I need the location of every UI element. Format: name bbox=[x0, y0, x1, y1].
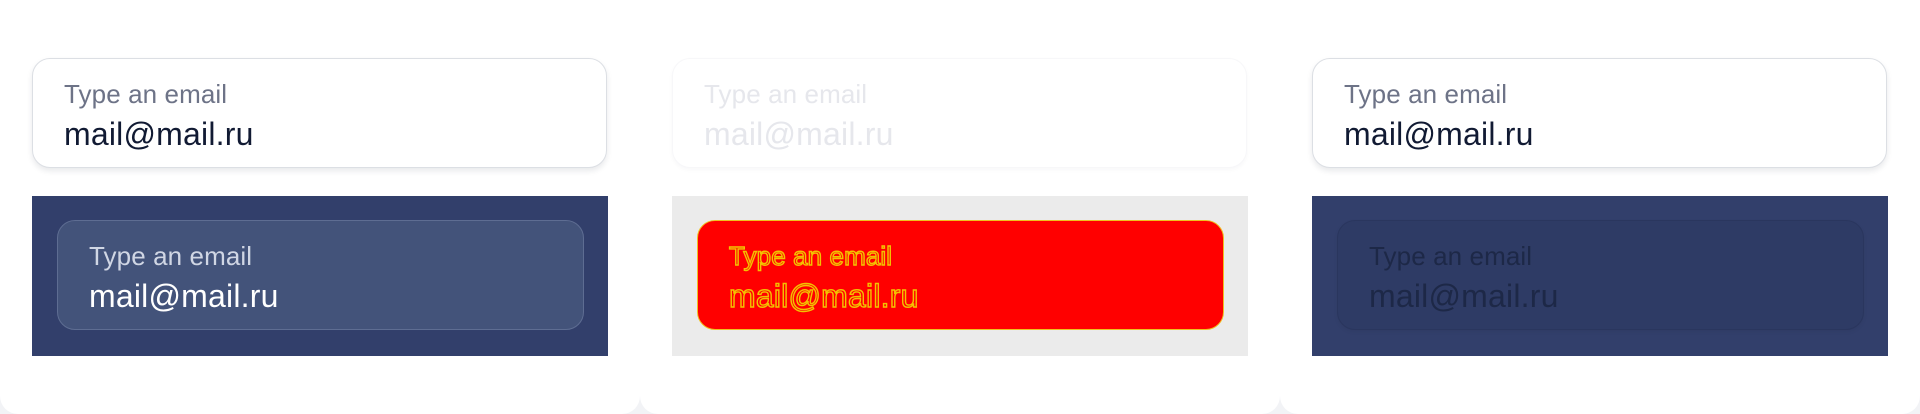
email-field-label: Type an email bbox=[1344, 79, 1508, 109]
panel-dark-disabled: Type an email Type an email mail@mail.ru bbox=[1280, 0, 1920, 414]
grey-background: Type an email mail@mail.ru bbox=[672, 196, 1248, 356]
email-field-label: Type an email bbox=[89, 241, 253, 271]
dark-background: Type an email mail@mail.ru bbox=[1312, 196, 1888, 356]
panel-disabled: Type an email mail@mail.ru Type an email… bbox=[640, 0, 1280, 414]
email-value: mail@mail.ru bbox=[728, 277, 919, 314]
email-field-label: Type an email bbox=[64, 79, 228, 109]
email-field-dark-disabled: Type an email mail@mail.ru bbox=[1337, 220, 1864, 330]
email-input[interactable] bbox=[89, 277, 552, 315]
email-value: mail@mail.ru bbox=[704, 116, 894, 152]
email-field-error-highlight[interactable]: Type an email mail@mail.ru bbox=[697, 220, 1224, 330]
email-field-label: Type an email bbox=[704, 79, 868, 109]
email-input[interactable] bbox=[64, 115, 575, 153]
email-field-label: Type an email bbox=[728, 240, 893, 271]
email-field-disabled: Type an email mail@mail.ru bbox=[672, 58, 1247, 168]
panel-default: Type an email Type an email bbox=[0, 0, 640, 414]
email-value: mail@mail.ru bbox=[1369, 278, 1559, 314]
dark-background: Type an email bbox=[32, 196, 608, 356]
email-field-dark[interactable]: Type an email bbox=[57, 220, 584, 330]
email-field[interactable]: Type an email bbox=[32, 58, 607, 168]
email-input[interactable] bbox=[1344, 115, 1855, 153]
email-field[interactable]: Type an email bbox=[1312, 58, 1887, 168]
email-field-label: Type an email bbox=[1369, 241, 1533, 271]
